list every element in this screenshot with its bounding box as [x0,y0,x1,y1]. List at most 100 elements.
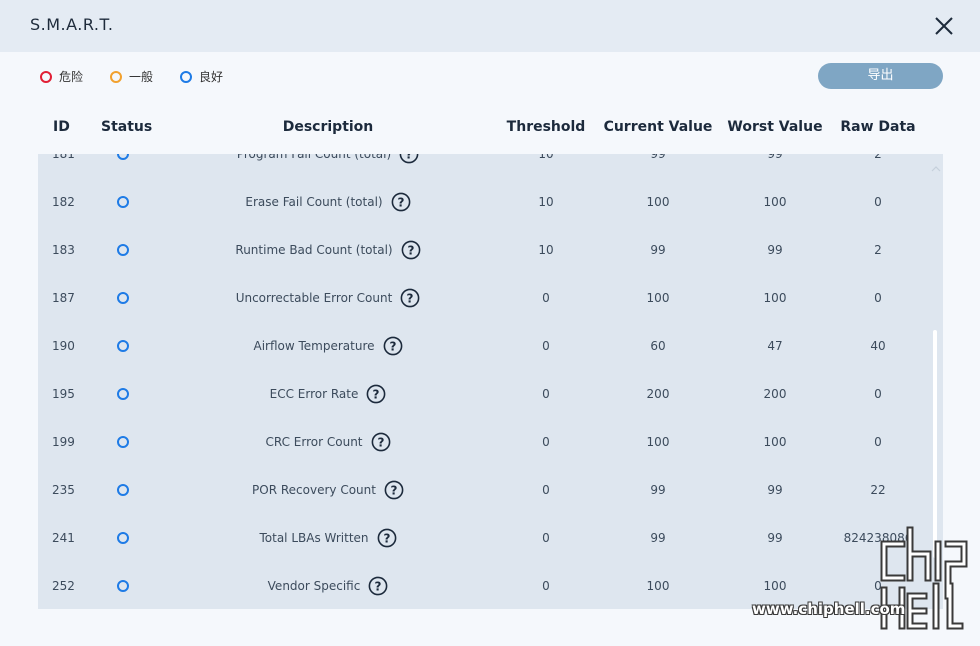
legend-item: 危险 [40,68,83,85]
svg-text:?: ? [375,580,382,594]
cell-worst-value: 100 [763,435,787,449]
cell-worst-value: 99 [767,531,783,545]
status-circle-icon [117,292,129,304]
svg-text:?: ? [397,196,404,210]
table-header: ID Status Description Threshold Current … [38,100,943,154]
table-row: 182 Erase Fail Count (total)? 10 100 100 0 [38,178,943,226]
status-circle-icon [117,436,129,448]
svg-text:?: ? [389,340,396,354]
header-description: Description [282,119,374,135]
cell-raw-data: 0 [874,387,882,401]
description-text: Erase Fail Count (total) [245,195,383,209]
question-circle-icon[interactable]: ? [383,336,403,356]
legend-label: 一般 [129,70,154,84]
cell-current-value: 60 [650,339,666,353]
cell-raw-data: 0 [874,195,882,209]
cell-id: 187 [52,291,75,305]
cell-current-value: 99 [650,531,666,545]
close-button[interactable] [930,12,958,40]
description-text: Vendor Specific [267,579,361,593]
cell-threshold: 0 [542,291,550,305]
cell-current-value: 99 [650,243,666,257]
description-text: ECC Error Rate [269,387,359,401]
table-row: 183 Runtime Bad Count (total)? 10 99 99 2 [38,226,943,274]
table-row: 235 POR Recovery Count? 0 99 99 22 [38,466,943,514]
cell-current-value: 200 [646,387,670,401]
description-text: Uncorrectable Error Count [235,291,393,305]
table-row: 187 Uncorrectable Error Count? 0 100 100 0 [38,274,943,322]
svg-text:?: ? [407,292,414,306]
description-cell: Total LBAs Written? [168,514,488,562]
status-circle-icon [117,388,129,400]
cell-current-value: 99 [650,483,666,497]
close-icon [935,17,953,35]
legend-label: 良好 [199,70,224,84]
status-circle-icon [117,484,129,496]
legend-circle-icon [180,70,192,83]
cell-raw-data: 40 [870,339,886,353]
status-circle-icon [117,532,129,544]
question-circle-icon[interactable]: ? [384,480,404,500]
cell-threshold: 0 [542,339,550,353]
status-circle-icon [117,340,129,352]
svg-text:?: ? [407,244,414,258]
status-circle-icon [117,196,129,208]
cell-worst-value: 99 [767,243,783,257]
table-row: 199 CRC Error Count? 0 100 100 0 [38,418,943,466]
smart-panel: 危险 一般 良好 导出 181 Program Fail Count (total)?… [0,52,980,646]
table-row: 252 Vendor Specific? 0 100 100 0 [38,562,943,609]
description-text: CRC Error Count [265,435,363,449]
cell-threshold: 10 [538,243,554,257]
cell-worst-value: 47 [767,339,783,353]
question-circle-icon[interactable]: ? [391,192,411,212]
table-row: 241 Total LBAs Written? 0 99 99 824238086 [38,514,943,562]
title-bar: S.M.A.R.T. [0,0,980,52]
cell-raw-data: 0 [874,579,882,593]
description-cell: ECC Error Rate? [168,370,488,418]
legend-circle-icon [110,70,122,83]
cell-raw-data: 0 [874,291,882,305]
status-circle-icon [117,580,129,592]
description-cell: Runtime Bad Count (total)? [168,226,488,274]
cell-worst-value: 100 [763,579,787,593]
description-cell: Uncorrectable Error Count? [168,274,488,322]
question-circle-icon[interactable]: ? [368,576,388,596]
description-cell: Vendor Specific? [168,562,488,609]
scrollbar-thumb[interactable] [933,330,937,558]
legend-circle-icon [40,70,52,83]
vertical-scrollbar[interactable] [929,154,943,609]
question-circle-icon[interactable]: ? [366,384,386,404]
header-status: Status [101,119,153,135]
cell-threshold: 0 [542,387,550,401]
question-circle-icon[interactable]: ? [371,432,391,452]
cell-worst-value: 200 [763,387,787,401]
question-circle-icon[interactable]: ? [377,528,397,548]
cell-raw-data: 22 [870,483,886,497]
cell-id: 241 [52,531,75,545]
cell-id: 183 [52,243,75,257]
table-body[interactable]: 181 Program Fail Count (total)? 10 99 99 2 182… [38,100,943,609]
question-circle-icon[interactable]: ? [401,240,421,260]
cell-id: 199 [52,435,75,449]
description-text: POR Recovery Count [252,483,376,497]
cell-raw-data: 0 [874,435,882,449]
cell-current-value: 100 [646,195,670,209]
cell-id: 190 [52,339,75,353]
cell-threshold: 0 [542,435,550,449]
scroll-up-button[interactable] [931,158,941,172]
cell-current-value: 100 [646,579,670,593]
chevron-up-icon [931,166,941,172]
header-raw-data: Raw Data [840,119,916,135]
export-button[interactable]: 导出 [818,63,943,89]
table-row: 190 Airflow Temperature? 0 60 47 40 [38,322,943,370]
header-id: ID [53,119,70,135]
table-row: 195 ECC Error Rate? 0 200 200 0 [38,370,943,418]
cell-id: 195 [52,387,75,401]
cell-raw-data: 2 [874,243,882,257]
description-cell: POR Recovery Count? [168,466,488,514]
description-text: Total LBAs Written [259,531,369,545]
question-circle-icon[interactable]: ? [400,288,420,308]
description-text: Runtime Bad Count (total) [235,243,393,257]
window-title: S.M.A.R.T. [30,15,114,34]
cell-threshold: 10 [538,195,554,209]
